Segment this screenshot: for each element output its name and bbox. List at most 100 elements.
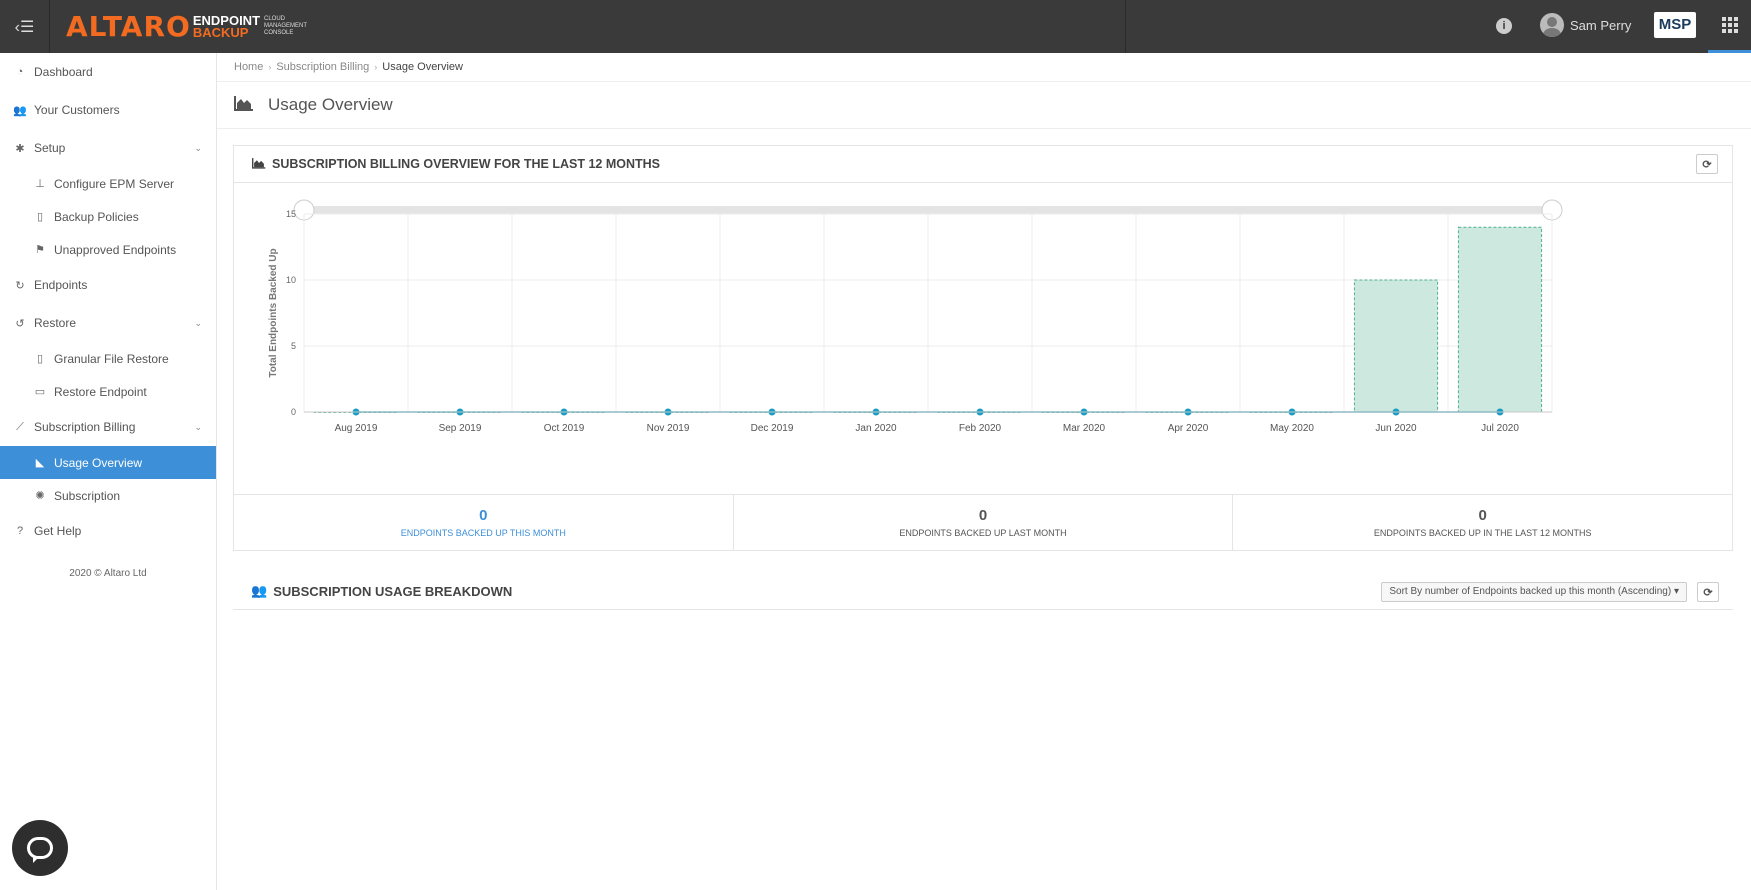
sidebar-item-subscription[interactable]: ✺ Subscription [0,479,216,512]
cog-icon: ✺ [35,490,45,502]
y-tick-label: 5 [291,341,296,351]
question-icon: ? [16,525,24,537]
sidebar-item-subscription-billing[interactable]: ⟋ Subscription Billing ⌄ [0,408,216,446]
sidebar-item-granular-file-restore[interactable]: ▯ Granular File Restore [0,342,216,375]
x-tick-label: Feb 2020 [959,423,1002,434]
file-icon: ▯ [36,211,44,223]
refresh-breakdown-button[interactable]: ⟳ [1697,582,1719,602]
apps-menu-button[interactable] [1708,0,1751,53]
brand-line2: BACKUP [192,24,249,40]
usage-breakdown-header: 👥 SUBSCRIPTION USAGE BREAKDOWN Sort By n… [233,573,1733,610]
x-tick-label: Oct 2019 [544,423,585,434]
page-title: Usage Overview [217,82,1751,129]
chat-button[interactable] [12,820,68,876]
bar-jul-2020 [1457,226,1543,413]
gear-icon: ✱ [15,142,25,155]
copyright: 2020 © Altaro Ltd [69,568,147,579]
x-tick-label: Sep 2019 [439,423,482,434]
sidebar-item-restore-endpoint[interactable]: ▭ Restore Endpoint [0,375,216,408]
sidebar: ◔ Dashboard 👥 Your Customers ✱ Setup ⌄ ⊥… [0,53,217,890]
sidebar-item-unapproved-endpoints[interactable]: ⚑ Unapproved Endpoints [0,233,216,266]
stat-this-month[interactable]: 0 ENDPOINTS BACKED UP THIS MONTH [234,495,734,551]
brand-main-text: ALTARO [66,10,191,43]
breadcrumb: Home › Subscription Billing › Usage Over… [217,53,1751,82]
sidebar-item-configure-epm[interactable]: ⊥ Configure EPM Server [0,167,216,200]
dashboard-icon: ◔ [16,66,24,78]
breadcrumb-home[interactable]: Home [234,61,263,73]
sidebar-toggle-button[interactable]: ‹☰ [0,0,50,53]
caret-down-icon: ▾ [1673,586,1679,597]
stats-row: 0 ENDPOINTS BACKED UP THIS MONTH 0 ENDPO… [234,494,1732,551]
breadcrumb-section[interactable]: Subscription Billing [276,61,369,73]
billing-overview-header: SUBSCRIPTION BILLING OVERVIEW FOR THE LA… [234,146,1732,183]
usage-breakdown-title: SUBSCRIPTION USAGE BREAKDOWN [273,583,513,599]
refresh-icon: ↻ [15,279,25,292]
x-tick-label: Jun 2020 [1375,423,1417,434]
chat-bubble-icon [27,837,53,863]
y-tick-label: 15 [286,209,296,219]
area-chart-icon [252,157,266,172]
sidebar-item-backup-policies[interactable]: ▯ Backup Policies [0,200,216,233]
stat-value: 0 [978,507,988,524]
breadcrumb-separator-icon: › [268,62,272,72]
billing-overview-title: SUBSCRIPTION BILLING OVERVIEW FOR THE LA… [272,157,660,171]
y-axis-label: Total Endpoints Backed Up [268,248,279,377]
stat-value: 0 [1478,507,1487,524]
breadcrumb-current: Usage Overview [382,61,463,73]
users-icon: 👥 [251,583,268,598]
area-chart-icon [234,95,254,116]
usage-chart-svg: 0 5 10 15 Total Endpoints Backed Up Aug 2019 S… [268,199,1563,434]
undo-icon: ↺ [15,317,25,330]
refresh-icon: ⟳ [1703,586,1713,599]
sidebar-item-customers[interactable]: 👥 Your Customers [0,91,216,129]
chevron-down-icon: ⌄ [194,142,202,153]
brand-sub2: MANAGEMENT [264,23,308,29]
sidebar-item-restore[interactable]: ↺ Restore ⌄ [0,304,216,342]
user-menu[interactable]: Sam Perry [1540,13,1631,37]
sort-select[interactable]: Sort By number of Endpoints backed up th… [1381,582,1687,602]
x-tick-label: Dec 2019 [751,423,794,434]
refresh-chart-button[interactable]: ⟳ [1696,154,1718,174]
x-tick-label: Jan 2020 [855,423,897,434]
avatar [1540,13,1564,37]
x-tick-label: Nov 2019 [647,423,690,434]
msp-badge[interactable]: MSP [1654,12,1696,38]
sidebar-item-usage-overview[interactable]: ◣ Usage Overview [0,446,216,479]
x-tick-label: May 2020 [1270,423,1314,434]
main-content: Home › Subscription Billing › Usage Over… [217,53,1751,890]
x-tick-label: Jul 2020 [1481,423,1519,434]
topbar-divider [1125,0,1126,53]
stat-last-12-months: 0 ENDPOINTS BACKED UP IN THE LAST 12 MON… [1233,495,1732,551]
usage-chart: 0 5 10 15 Total Endpoints Backed Up Aug 2019 S… [234,184,1732,494]
file-icon: ▯ [36,353,44,365]
brand-sub3: CONSOLE [264,30,294,36]
apps-grid-icon [1721,17,1738,33]
line-chart-icon: ⟋ [16,420,24,433]
stat-label: ENDPOINTS BACKED UP IN THE LAST 12 MONTH… [1373,528,1592,538]
laptop-icon: ▭ [34,386,46,398]
stat-value: 0 [479,507,488,524]
bar-jun-2020 [1353,279,1439,413]
sidebar-item-endpoints[interactable]: ↻ Endpoints [0,266,216,304]
brand-logo[interactable]: ALTARO ENDPOINT BACKUP CLOUD MANAGEMENT … [66,10,307,43]
range-slider-track [304,206,1552,214]
users-icon: 👥 [13,104,27,117]
area-chart-icon: ◣ [35,457,45,469]
x-tick-label: Apr 2020 [1168,423,1209,434]
sidebar-item-setup[interactable]: ✱ Setup ⌄ [0,129,216,167]
chevron-down-icon: ⌄ [194,317,202,328]
billing-overview-panel: SUBSCRIPTION BILLING OVERVIEW FOR THE LA… [233,145,1733,551]
info-icon[interactable]: i [1496,18,1512,34]
sidebar-item-dashboard[interactable]: ◔ Dashboard [0,53,216,91]
sidebar-item-get-help[interactable]: ? Get Help [0,512,216,550]
user-name: Sam Perry [1570,17,1632,33]
sort-select-label: Sort By number of Endpoints backed up th… [1389,586,1672,597]
stat-label: ENDPOINTS BACKED UP LAST MONTH [899,528,1067,538]
stat-last-month: 0 ENDPOINTS BACKED UP LAST MONTH [734,495,1234,551]
sitemap-icon: ⊥ [35,178,45,190]
brand-sub1: CLOUD [264,16,286,22]
collapse-menu-icon: ‹☰ [14,18,35,36]
top-bar: ‹☰ ALTARO ENDPOINT BACKUP CLOUD MANAGEME… [0,0,1751,53]
x-tick-label: Mar 2020 [1063,423,1106,434]
stat-label: ENDPOINTS BACKED UP THIS MONTH [400,528,566,538]
